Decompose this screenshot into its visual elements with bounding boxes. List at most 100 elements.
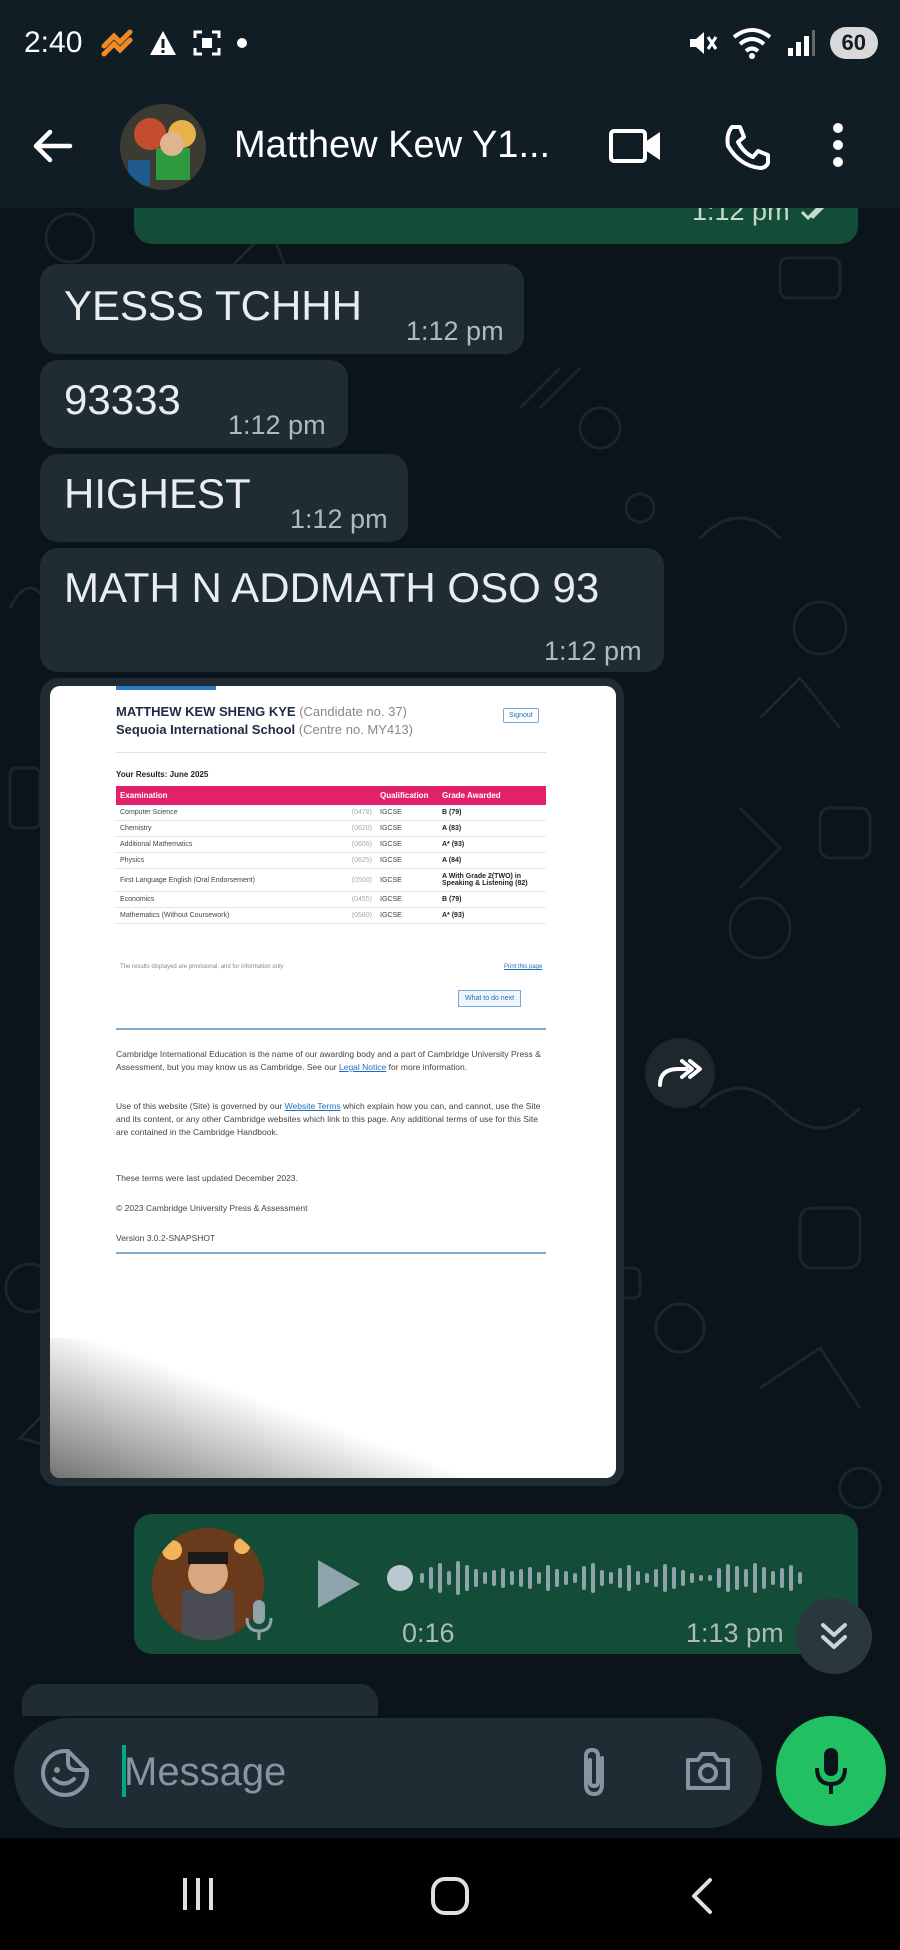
message-time: 1:12 pm	[544, 636, 642, 666]
mic-icon	[245, 1600, 273, 1640]
waveform-bar	[465, 1565, 469, 1591]
record-voice-button[interactable]	[776, 1716, 886, 1826]
waveform-bar	[573, 1573, 577, 1583]
waveform-bar	[456, 1561, 460, 1595]
waveform-bar	[753, 1563, 757, 1593]
divider	[116, 752, 546, 753]
mute-icon	[689, 32, 717, 54]
waveform-bar	[537, 1572, 541, 1584]
dot-icon	[237, 38, 248, 48]
forward-button[interactable]	[645, 1038, 715, 1108]
school-line: Sequoia International School (Centre no.…	[116, 722, 413, 737]
waveform-bar	[762, 1567, 766, 1589]
status-time: 2:40	[24, 26, 83, 59]
more-options-button[interactable]	[830, 122, 846, 173]
message-time: 1:12 pm	[228, 410, 326, 440]
waveform-bar	[555, 1569, 559, 1587]
waveform-bar	[519, 1569, 523, 1587]
forward-icon	[658, 1059, 702, 1087]
message-input[interactable]	[124, 1746, 564, 1798]
waveform-bar	[492, 1570, 496, 1586]
voice-waveform[interactable]	[386, 1558, 826, 1598]
chevron-double-down-icon	[821, 1623, 847, 1649]
message-text: HIGHEST	[64, 470, 251, 517]
paperclip-icon	[584, 1747, 604, 1797]
print-link: Print this page	[504, 964, 543, 970]
centre-number: (Centre no. MY413)	[298, 722, 413, 737]
warning-icon	[150, 31, 177, 55]
message-text: 93333	[64, 376, 181, 423]
waveform-bar	[528, 1567, 532, 1589]
status-bar: 2:40 60	[0, 0, 900, 86]
message-text: MATH N ADDMATH OSO 93	[64, 564, 600, 611]
waveform-bar	[726, 1564, 730, 1592]
voice-call-icon	[725, 125, 770, 170]
waveform-bar	[636, 1571, 640, 1585]
waveform-bar	[600, 1570, 604, 1586]
col-qualification: Qualification	[376, 786, 438, 805]
back-arrow-icon	[33, 129, 73, 163]
recent-apps-button[interactable]	[180, 1876, 216, 1917]
waveform-bar	[627, 1565, 631, 1591]
table-row: Computer Science (0478) IGCSE B (79)	[116, 805, 546, 821]
chat-area[interactable]: 1:12 pm YESSS TCHHH 1:12 pm 93333 1:12 p…	[0, 208, 900, 1716]
back-button[interactable]	[30, 124, 74, 173]
divider	[116, 1028, 546, 1030]
play-button[interactable]	[312, 1556, 364, 1617]
waveform-bar	[582, 1566, 586, 1590]
waveform-bar	[654, 1569, 658, 1587]
waveform-bar	[744, 1569, 748, 1587]
table-row: Physics (0625) IGCSE A (84)	[116, 852, 546, 869]
emoji-sticker-button[interactable]	[40, 1748, 90, 1803]
waveform-bar	[609, 1572, 613, 1584]
candidate-name: MATTHEW KEW SHENG KYE	[116, 704, 296, 719]
table-row: First Language English (Oral Endorsement…	[116, 868, 546, 892]
back-nav-button[interactable]	[688, 1876, 716, 1921]
table-row: Economics (0455) IGCSE B (79)	[116, 891, 546, 908]
table-row: Additional Mathematics (0606) IGCSE A* (93)	[116, 836, 546, 853]
scroll-to-bottom-button[interactable]	[796, 1598, 872, 1674]
table-row: Chemistry (0620) IGCSE A (83)	[116, 820, 546, 837]
school-name: Sequoia International School	[116, 722, 296, 737]
terms-paragraph: Use of this website (Site) is governed b…	[116, 1101, 541, 1137]
play-icon	[318, 1560, 360, 1608]
provisional-note: The results displayed are provisional, a…	[120, 964, 284, 970]
results-screenshot-image[interactable]: MATTHEW KEW SHENG KYE (Candidate no. 37)…	[50, 686, 616, 1478]
message-text: YESSS TCHHH	[64, 282, 362, 329]
waveform-bar	[771, 1571, 775, 1585]
waveform-bar	[735, 1566, 739, 1590]
waveform-bar	[672, 1567, 676, 1589]
table-row: Mathematics (Without Coursework) (0580) IG…	[116, 907, 546, 924]
contact-avatar[interactable]	[120, 104, 206, 190]
camera-button[interactable]	[684, 1750, 732, 1797]
waveform-bar	[645, 1573, 649, 1583]
waveform-bar	[780, 1568, 784, 1588]
waveform-bar	[474, 1569, 478, 1587]
message-bubble-incoming[interactable]	[22, 1684, 378, 1716]
voice-call-button[interactable]	[722, 122, 772, 177]
home-button[interactable]	[430, 1876, 470, 1921]
chat-header: Matthew Kew Y1...	[0, 86, 900, 208]
version: Version 3.0.2-SNAPSHOT	[116, 1233, 216, 1243]
results-title: Your Results: June 2025	[116, 770, 209, 779]
col-code	[336, 786, 376, 805]
waveform-bar	[681, 1570, 685, 1586]
attach-button[interactable]	[576, 1746, 612, 1803]
waveform-bar	[438, 1563, 442, 1593]
waveform-bar	[699, 1575, 703, 1581]
candidate-line: MATTHEW KEW SHENG KYE (Candidate no. 37)	[116, 704, 407, 719]
updated-note: These terms were last updated December 2…	[116, 1173, 298, 1183]
waveform-bar	[501, 1568, 505, 1588]
voice-duration: 0:16	[402, 1618, 455, 1648]
video-call-button[interactable]	[608, 122, 664, 175]
page-top-bar	[116, 686, 216, 690]
waveform-bar	[663, 1564, 667, 1592]
message-time: 1:12 pm	[692, 208, 790, 226]
voice-time: 1:13 pm	[686, 1618, 784, 1648]
waveform-bar	[546, 1565, 550, 1591]
contact-name[interactable]: Matthew Kew Y1...	[234, 124, 564, 167]
waveform-bar	[618, 1568, 622, 1588]
divider	[116, 1252, 546, 1254]
battery-indicator: 60	[829, 27, 878, 59]
image-time: 1:13 pm	[500, 1438, 598, 1468]
